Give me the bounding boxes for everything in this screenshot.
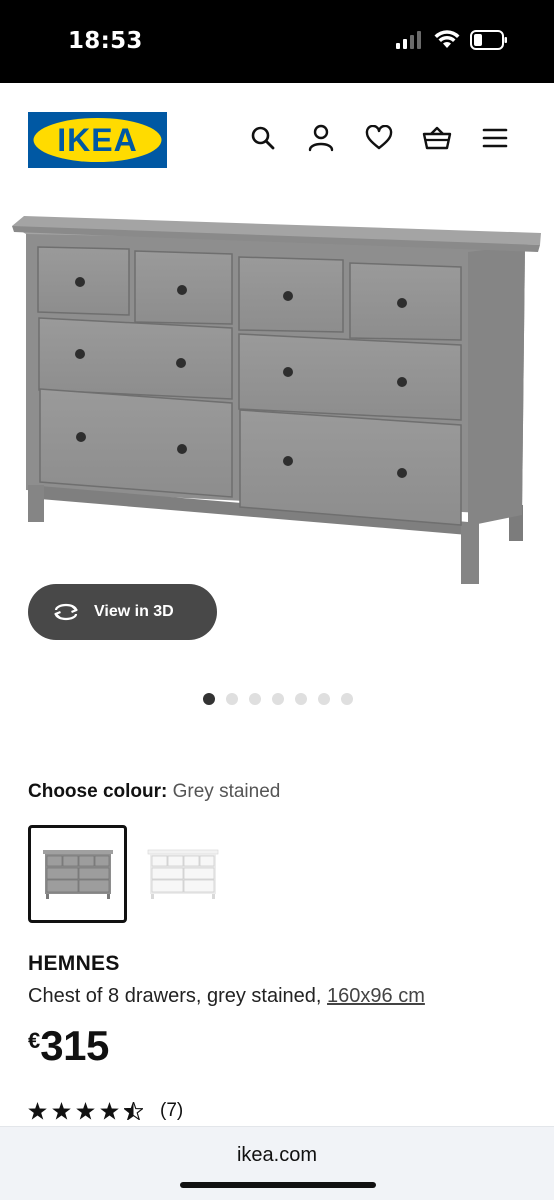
search-icon [251,126,275,150]
menu-button[interactable] [480,123,510,153]
wifi-icon [434,30,460,48]
grey-dresser-thumbnail [42,850,113,899]
site-header: IKEA [0,83,554,193]
colour-option-grey-stained[interactable] [28,825,127,923]
colour-selected-value: Grey stained [172,781,281,802]
carousel-dot[interactable] [295,693,307,705]
home-indicator[interactable] [180,1182,376,1188]
cellular-signal-icon [396,31,421,49]
ikea-logo[interactable]: IKEA [28,112,167,168]
view-in-3d-label: View in 3D [94,603,174,620]
browser-url-bar[interactable]: ikea.com [0,1126,554,1200]
rating-count: (7) [160,1100,184,1121]
hemnes-dresser-illustration [12,216,541,584]
shopping-basket-icon [422,126,452,150]
status-bar: 18:53 [0,0,554,83]
browser-url[interactable]: ikea.com [0,1144,554,1167]
product-size-link[interactable]: 160x96 cm [327,985,425,1007]
account-button[interactable] [306,123,336,153]
carousel-dot[interactable] [272,693,284,705]
search-button[interactable] [248,123,278,153]
product-name: HEMNES [28,952,120,975]
colour-option-white[interactable] [133,825,232,923]
rotate-3d-icon [54,603,78,621]
account-icon [308,124,334,152]
colour-label: Choose colour: [28,781,173,802]
star-icon [76,1102,95,1120]
carousel-dot[interactable] [318,693,330,705]
carousel-dot[interactable] [249,693,261,705]
carousel-dot[interactable] [341,693,353,705]
star-icon [28,1102,47,1120]
product-image[interactable] [0,193,554,613]
menu-icon [482,128,508,148]
battery-icon [470,30,507,50]
carousel-dot[interactable] [203,693,215,705]
basket-button[interactable] [422,123,452,153]
half-star-icon [124,1102,143,1120]
carousel-dot[interactable] [226,693,238,705]
product-price: € 315 [28,1022,109,1070]
status-icons [396,30,508,50]
product-description: Chest of 8 drawers, grey stained, 160x96… [28,985,425,1008]
product-rating[interactable]: (7) [28,1100,183,1122]
white-dresser-thumbnail [147,849,218,899]
header-actions [248,123,510,153]
wishlist-heart-icon [365,125,393,150]
product-description-text: Chest of 8 drawers, grey stained, [28,985,328,1007]
view-in-3d-button[interactable]: View in 3D [28,584,217,640]
price-amount: 315 [40,1022,109,1069]
status-time: 18:53 [68,28,143,54]
svg-text:IKEA: IKEA [57,122,137,158]
image-carousel-indicator [203,693,353,705]
colour-selector-label: Choose colour: Grey stained [28,781,280,803]
price-currency: € [28,1028,41,1053]
wishlist-button[interactable] [364,123,394,153]
star-icon [52,1102,71,1120]
star-icon [100,1102,119,1120]
